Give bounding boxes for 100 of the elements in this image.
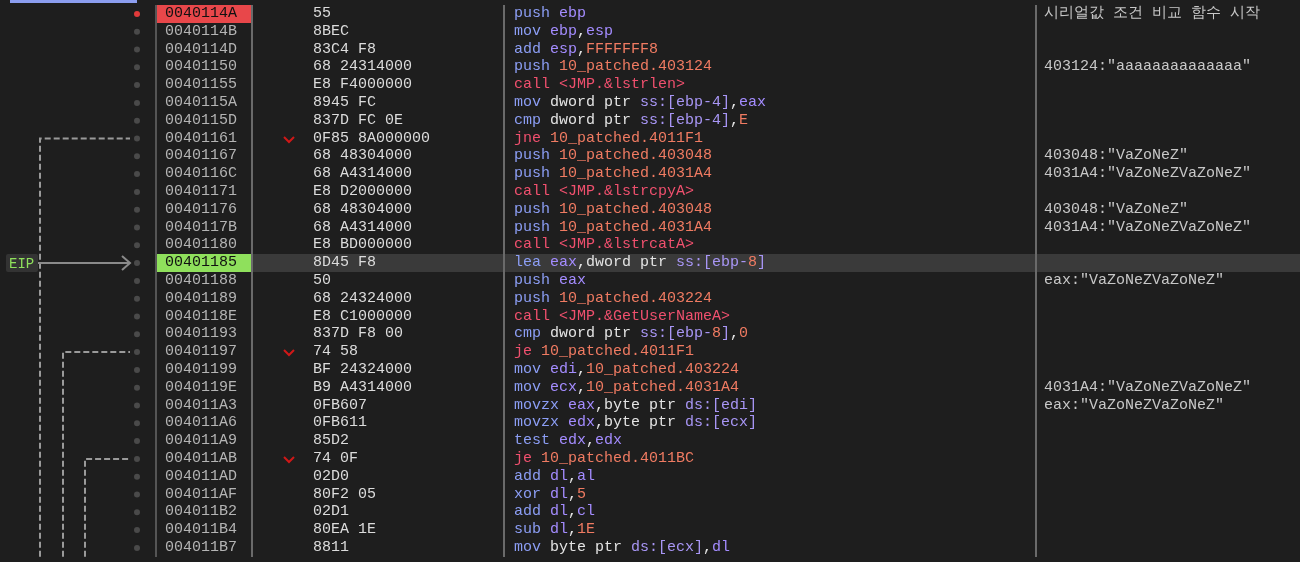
breakpoint-dot[interactable]	[134, 171, 140, 178]
breakpoint-dot[interactable]	[134, 10, 140, 17]
breakpoint-dot[interactable]	[134, 117, 140, 124]
breakpoint-dot[interactable]	[134, 135, 140, 142]
breakpoint-dot[interactable]	[134, 366, 140, 373]
breakpoint-dot[interactable]	[134, 402, 140, 409]
breakpoint-dot[interactable]	[134, 527, 140, 534]
address-cell[interactable]: 004011B2	[155, 503, 253, 522]
bytes-text: 8945 FC	[313, 94, 376, 111]
address-cell[interactable]: 004011A6	[155, 414, 253, 433]
instruction-text: cmp dword ptr ss:[ebp-8],0	[514, 325, 749, 343]
address-cell[interactable]: 004011B4	[155, 521, 253, 539]
bytes-text: 83C4 F8	[313, 40, 376, 58]
address-cell[interactable]: 0040114B	[155, 22, 253, 41]
breakpoint-dot[interactable]	[134, 491, 140, 498]
bytes-text: 80F2 05	[313, 485, 376, 503]
instruction-text: jne 10_patched.4011F1	[514, 129, 704, 147]
bytes-text: 74 58	[313, 343, 358, 361]
instruction-text: add esp,FFFFFFF8	[514, 40, 659, 58]
instruction-text: cmp dword ptr ss:[ebp-4],E	[514, 111, 749, 129]
instruction-text: push 10_patched.4031A4	[514, 165, 713, 183]
address-cell[interactable]: 00401199	[155, 360, 253, 379]
breakpoint-dot[interactable]	[134, 473, 140, 480]
instruction-text: movzx eax,byte ptr ds:[edi]	[514, 396, 758, 414]
instruction-text: call <JMP.&lstrlen>	[514, 76, 686, 94]
bytes-text: 68 A4314000	[313, 218, 413, 236]
bytes-text: 68 24314000	[313, 58, 413, 76]
bytes-text: 80EA 1E	[313, 521, 376, 539]
breakpoint-dot[interactable]	[134, 99, 140, 106]
breakpoint-dot[interactable]	[134, 153, 140, 160]
breakpoint-dot[interactable]	[134, 260, 140, 267]
comment-text: 403048:"VaZoNeZ"	[1044, 147, 1189, 165]
instruction-text: push ebp	[514, 5, 587, 22]
instruction-text: je 10_patched.4011F1	[514, 343, 695, 361]
breakpoint-dot[interactable]	[134, 349, 140, 356]
breakpoint-dot[interactable]	[134, 242, 140, 249]
address-cell[interactable]: 00401185	[155, 254, 253, 272]
address-cell[interactable]: 004011AD	[155, 467, 253, 486]
bytes-text: 0FB607	[313, 396, 367, 414]
breakpoint-dot[interactable]	[134, 28, 140, 35]
address-cell[interactable]: 004011AB	[155, 449, 253, 468]
breakpoint-dot[interactable]	[134, 420, 140, 427]
breakpoint-dot[interactable]	[134, 384, 140, 391]
address-cell[interactable]: 00401150	[155, 58, 253, 77]
breakpoint-dot[interactable]	[134, 544, 140, 551]
breakpoint-dot[interactable]	[134, 224, 140, 231]
bytes-text: E8 BD000000	[313, 236, 413, 254]
comment-text: 시리얼값 조건 비교 함수 시작	[1044, 5, 1260, 22]
address-cell[interactable]: 00401197	[155, 343, 253, 361]
instruction-text: push eax	[514, 271, 587, 289]
breakpoint-dot[interactable]	[134, 64, 140, 71]
eip-label: EIP	[6, 254, 38, 273]
address-cell[interactable]: 00401161	[155, 129, 253, 148]
comment-text: 4031A4:"VaZoNeZVaZoNeZ"	[1044, 218, 1252, 236]
address-cell[interactable]: 00401189	[155, 289, 253, 308]
instruction-text: lea eax,dword ptr ss:[ebp-8]	[514, 254, 767, 272]
instruction-text: push 10_patched.403048	[514, 200, 713, 218]
address-cell[interactable]: 0040115A	[155, 94, 253, 112]
address-cell[interactable]: 0040115D	[155, 111, 253, 130]
address-cell[interactable]: 00401171	[155, 182, 253, 201]
breakpoint-dot[interactable]	[134, 455, 140, 462]
instruction-text: call <JMP.&lstrcatA>	[514, 236, 695, 254]
address-cell[interactable]: 00401188	[155, 271, 253, 290]
address-cell[interactable]: 00401176	[155, 200, 253, 219]
address-cell[interactable]: 0040118E	[155, 307, 253, 326]
bytes-text: B9 A4314000	[313, 378, 413, 396]
comment-text: 4031A4:"VaZoNeZVaZoNeZ"	[1044, 165, 1252, 183]
address-cell[interactable]: 0040114A	[155, 5, 253, 23]
breakpoint-dot[interactable]	[134, 313, 140, 320]
address-cell[interactable]: 0040114D	[155, 40, 253, 59]
breakpoint-dot[interactable]	[134, 509, 140, 516]
address-cell[interactable]: 0040119E	[155, 378, 253, 397]
instruction-text: mov ecx,10_patched.4031A4	[514, 378, 740, 396]
bytes-text: E8 D2000000	[313, 182, 413, 200]
address-cell[interactable]: 00401167	[155, 147, 253, 166]
breakpoint-dot[interactable]	[134, 331, 140, 338]
comment-text: eax:"VaZoNeZVaZoNeZ"	[1044, 396, 1225, 414]
bytes-text: 68 A4314000	[313, 165, 413, 183]
bytes-text: 68 48304000	[313, 147, 413, 165]
breakpoint-dot[interactable]	[134, 277, 140, 284]
address-cell[interactable]: 0040116C	[155, 165, 253, 183]
breakpoint-dot[interactable]	[134, 438, 140, 445]
breakpoint-dot[interactable]	[134, 206, 140, 213]
address-cell[interactable]: 004011B7	[155, 538, 253, 557]
address-cell[interactable]: 0040117B	[155, 218, 253, 237]
breakpoint-dot[interactable]	[134, 46, 140, 53]
address-cell[interactable]: 004011AF	[155, 485, 253, 504]
address-cell[interactable]: 00401193	[155, 325, 253, 344]
breakpoint-dot[interactable]	[134, 188, 140, 195]
bytes-text: 8811	[313, 538, 349, 556]
instruction-text: add dl,cl	[514, 503, 596, 521]
address-cell[interactable]: 004011A3	[155, 396, 253, 415]
bytes-text: 68 48304000	[313, 200, 413, 218]
comment-text: 4031A4:"VaZoNeZVaZoNeZ"	[1044, 378, 1252, 396]
address-cell[interactable]: 00401155	[155, 76, 253, 94]
bytes-text: 0FB611	[313, 414, 367, 432]
address-cell[interactable]: 004011A9	[155, 432, 253, 450]
breakpoint-dot[interactable]	[134, 295, 140, 302]
bytes-text: 85D2	[313, 432, 349, 450]
breakpoint-dot[interactable]	[134, 82, 140, 89]
